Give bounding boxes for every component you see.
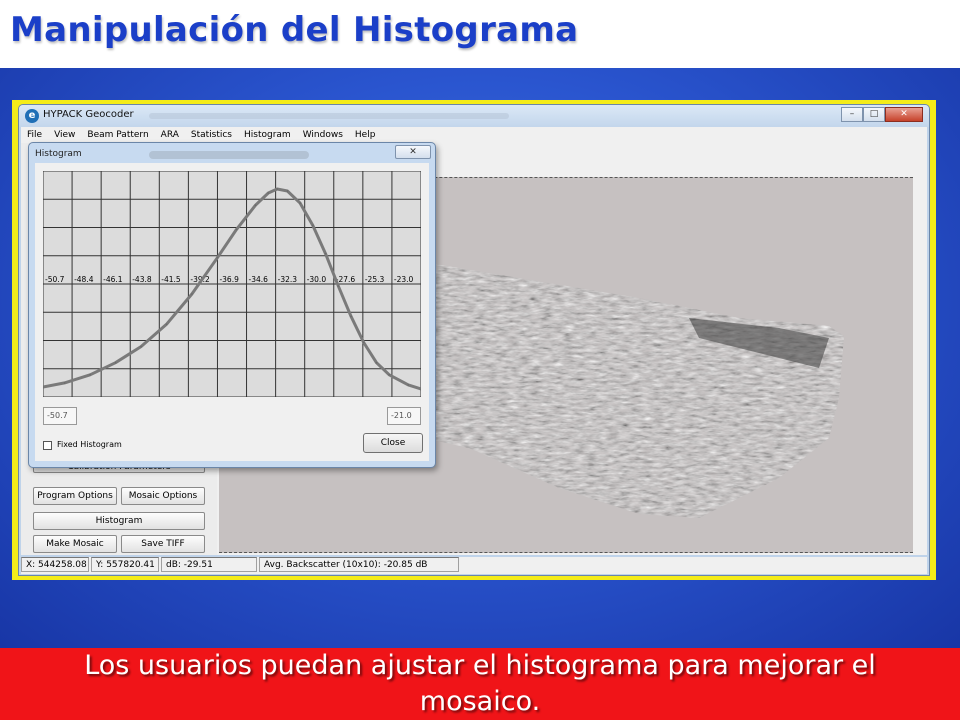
histogram-point [165,323,168,326]
x-tick-label: -27.6 [336,275,356,284]
x-tick-label: -32.3 [278,275,298,284]
histogram-point [216,256,219,259]
slide-title: Manipulación del Histograma [10,10,579,50]
min-value-field[interactable]: -50.7 [43,407,77,425]
window-titlebar[interactable]: e HYPACK Geocoder – □ ✕ [19,105,929,127]
histogram-chart[interactable]: -50.7 -48.4 -46.1 -43.8 -41.5 -39.2 -36.9 -34.6… [43,171,421,397]
fixed-histogram-checkbox[interactable] [43,441,52,450]
save-tiff-button[interactable]: Save TIFF [121,535,205,553]
maximize-button[interactable]: □ [863,107,885,122]
histogram-point [89,374,91,376]
menu-histogram[interactable]: Histogram [238,127,297,143]
x-tick-label: -41.5 [161,275,181,284]
x-tick-label: -34.6 [249,275,269,284]
menu-beam-pattern[interactable]: Beam Pattern [81,127,154,143]
histogram-point [299,202,301,204]
menu-file[interactable]: File [21,127,48,143]
close-window-button[interactable]: ✕ [885,107,923,122]
status-x: X: 544258.08 [21,557,89,572]
app-icon: e [25,109,39,123]
x-tick-label: -25.3 [365,275,385,284]
menu-windows[interactable]: Windows [297,127,349,143]
mosaic-options-button[interactable]: Mosaic Options [121,487,205,505]
menu-bar: File View Beam Pattern ARA Statistics Hi… [21,127,927,143]
histogram-point [324,252,327,255]
histogram-dialog-title: Histogram [35,149,82,159]
x-tick-label: -50.7 [45,275,65,284]
histogram-point [388,374,391,376]
minimize-button[interactable]: – [841,107,863,122]
histogram-point [337,285,340,287]
menu-statistics[interactable]: Statistics [185,127,238,143]
make-mosaic-button[interactable]: Make Mosaic [33,535,117,553]
histogram-point [407,384,410,386]
histogram-point [286,190,289,192]
status-avg-backscatter: Avg. Backscatter (10x10): -20.85 dB [259,557,459,572]
program-options-button[interactable]: Program Options [33,487,117,505]
histogram-point [235,228,238,231]
slide-title-bar: Manipulación del Histograma [0,0,960,68]
histogram-panel: -50.7 -48.4 -46.1 -43.8 -41.5 -39.2 -36.9 -34.6… [35,163,429,461]
status-db: dB: -29.51 [161,557,257,572]
histogram-button[interactable]: Histogram [33,512,205,530]
x-tick-label: -36.9 [219,275,239,284]
histogram-point [140,345,142,348]
menu-help[interactable]: Help [349,127,382,143]
window-title: HYPACK Geocoder [43,109,134,120]
histogram-point [191,293,193,295]
close-button[interactable]: Close [363,433,423,453]
histogram-point [254,204,257,206]
close-dialog-icon[interactable]: ✕ [395,145,431,159]
status-y: Y: 557820.41 [91,557,159,572]
histogram-point [375,361,378,364]
fixed-histogram-label: Fixed Histogram [57,440,122,449]
status-bar: X: 544258.08 Y: 557820.41 dB: -29.51 Avg… [21,557,927,574]
caption-bar: Los usuarios puedan ajustar el histogram… [0,648,960,720]
blurred-title-info [149,113,509,119]
histogram-point [350,315,352,318]
blurred-dialog-info [149,151,309,159]
x-tick-label: -43.8 [132,275,152,284]
x-tick-label: -46.1 [103,275,123,284]
x-tick-label: -23.0 [394,275,414,284]
histogram-point [267,192,270,194]
histogram-point [312,224,314,227]
menu-view[interactable]: View [48,127,81,143]
caption-text: Los usuarios puedan ajustar el histogram… [84,650,876,717]
max-value-field[interactable]: -21.0 [387,407,421,425]
histogram-point [114,361,117,364]
menu-ara[interactable]: ARA [155,127,185,143]
histogram-point [362,341,365,344]
histogram-dialog: Histogram ✕ -50.7 -48.4 -46.1 -43.8 -41.5 -39… [28,142,436,468]
x-tick-label: -30.0 [307,275,327,284]
x-tick-label: -48.4 [74,275,94,284]
histogram-point [276,188,278,190]
histogram-point [63,382,66,384]
